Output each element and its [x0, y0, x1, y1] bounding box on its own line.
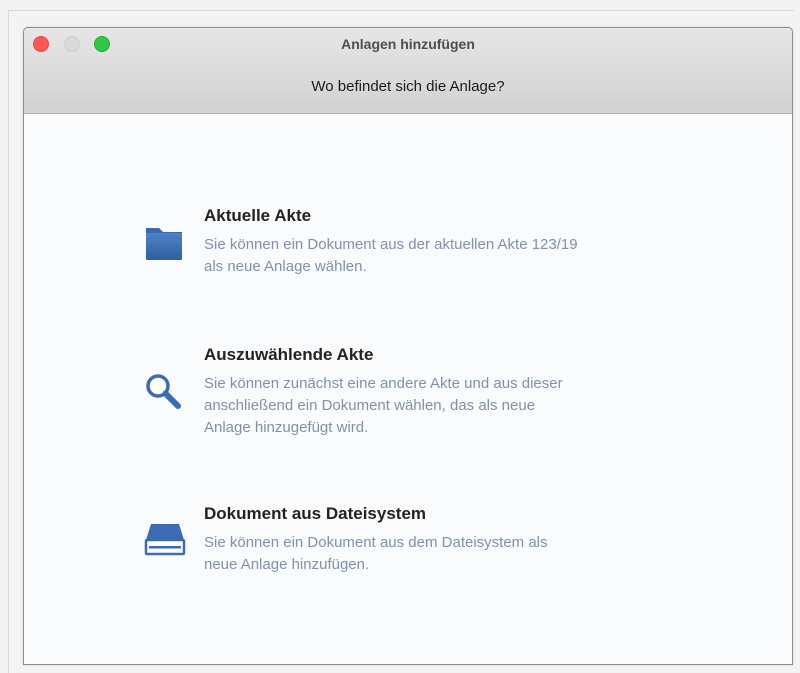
option-title: Dokument aus Dateisystem — [204, 504, 427, 523]
description-line: Sie können ein Dokument aus der aktuelle… — [204, 236, 578, 253]
option-description: Sie können zunächst eine andere Akte und… — [204, 373, 704, 439]
dialog-window: Anlagen hinzufügen Wo befindet sich die … — [23, 27, 793, 665]
folder-icon — [144, 224, 188, 264]
window-title: Anlagen hinzufügen — [341, 36, 475, 52]
description-line: Sie können ein Dokument aus dem Dateisys… — [204, 534, 548, 551]
titlebar: Anlagen hinzufügen Wo befindet sich die … — [24, 28, 792, 114]
background-divider — [8, 10, 794, 11]
option-title: Auszuwählende Akte — [204, 345, 374, 364]
option-description: Sie können ein Dokument aus dem Dateisys… — [204, 532, 704, 576]
description-line: Sie können zunächst eine andere Akte und… — [204, 375, 563, 392]
description-line: neue Anlage hinzufügen. — [204, 556, 370, 573]
background-divider — [8, 10, 9, 673]
option-select-file[interactable]: Auszuwählende Akte Sie können zunächst e… — [144, 345, 704, 443]
magnifier-icon — [144, 372, 188, 412]
option-current-file[interactable]: Aktuelle Akte Sie können ein Dokument au… — [144, 206, 704, 282]
description-line: anschließend ein Dokument wählen, das al… — [204, 397, 536, 414]
option-title: Aktuelle Akte — [204, 206, 312, 225]
description-line: Anlage hinzugefügt wird. — [204, 419, 369, 436]
file-tray-icon — [144, 520, 188, 560]
dialog-prompt: Wo befindet sich die Anlage? — [311, 78, 505, 95]
option-description: Sie können ein Dokument aus der aktuelle… — [204, 234, 704, 278]
option-file-system[interactable]: Dokument aus Dateisystem Sie können ein … — [144, 504, 704, 582]
description-line: als neue Anlage wählen. — [204, 258, 367, 275]
